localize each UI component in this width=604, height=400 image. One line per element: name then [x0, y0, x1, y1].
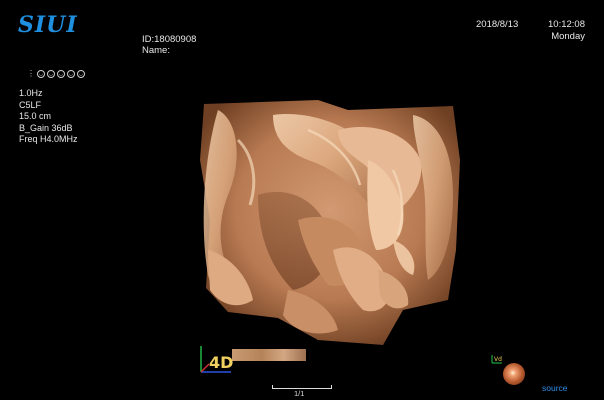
svg-text:Vd: Vd [494, 356, 502, 363]
exam-date: 2018/8/13 [476, 19, 519, 30]
small-orientation-icon: Vd [490, 352, 504, 364]
param-depth: 15.0 cm [19, 111, 52, 121]
face-3-icon[interactable]: ◡ [57, 70, 65, 78]
probe-icon[interactable]: ⋮ [27, 70, 35, 78]
face-1-icon[interactable]: ◡ [37, 70, 45, 78]
patient-id: ID:18080908 [142, 34, 197, 45]
3d-render-viewport[interactable] [198, 100, 464, 346]
light-source-icon[interactable] [503, 363, 525, 385]
param-gain: B_Gain 36dB [19, 122, 73, 133]
patient-info: ID:18080908 Name: [142, 34, 196, 56]
fetal-3d-render [200, 100, 460, 345]
exam-weekday: Monday [551, 31, 585, 42]
param-frame-rate: 1.0Hz [19, 88, 43, 98]
patient-name: Name: [142, 45, 170, 56]
face-2-icon[interactable]: ◡ [47, 70, 55, 78]
clock: 10:12:08 Monday [548, 19, 585, 43]
param-probe: C5LF [19, 99, 42, 110]
volume-thumbnail[interactable] [232, 349, 306, 361]
siui-logo: SIUI [18, 12, 78, 38]
page-indicator: 1/1 [294, 389, 305, 398]
mode-icon-row: ⋮ ◡ ◡ ◡ ◡ ◡ [27, 70, 85, 78]
orientation-gizmo: 4D [197, 340, 237, 376]
face-4-icon[interactable]: ◡ [67, 70, 75, 78]
svg-text:4D: 4D [209, 353, 233, 372]
param-frequency: Freq H4.0MHz [19, 134, 78, 144]
imaging-parameters: 1.0Hz C5LF 15.0 cm B_Gain 36dB Freq H4.0… [19, 88, 78, 146]
exam-time: 10:12:08 [548, 19, 585, 30]
face-5-icon[interactable]: ◡ [77, 70, 85, 78]
source-button[interactable]: source [542, 383, 568, 393]
